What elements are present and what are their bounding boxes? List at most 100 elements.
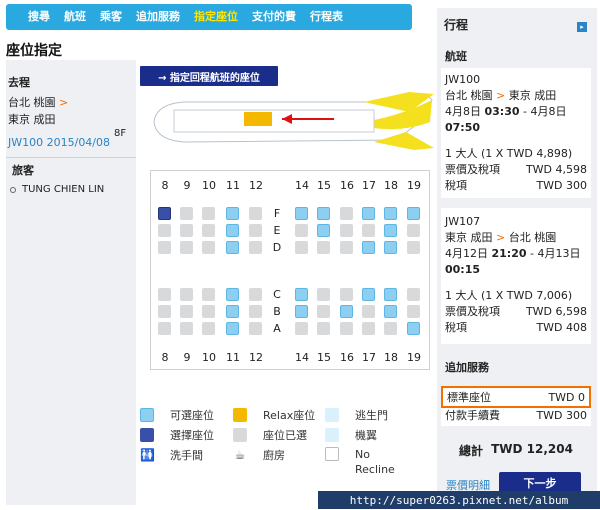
seat-10E[interactable] <box>202 224 215 237</box>
seat-18D[interactable] <box>384 241 397 254</box>
seat-16B[interactable] <box>340 305 353 318</box>
nav-seat-selection[interactable]: 指定座位 <box>187 4 245 30</box>
seat-8B[interactable] <box>158 305 171 318</box>
seat-11A[interactable] <box>226 322 239 335</box>
seat-14B[interactable] <box>295 305 308 318</box>
seat-17B[interactable] <box>362 305 375 318</box>
seat-8E[interactable] <box>158 224 171 237</box>
ret-route: 東京 成田 > 台北 桃園 <box>445 231 557 244</box>
seat-8C[interactable] <box>158 288 171 301</box>
seat-17D[interactable] <box>362 241 375 254</box>
seat-12F[interactable] <box>249 207 262 220</box>
passenger-row[interactable]: TUNG CHIEN LIN <box>6 178 136 195</box>
nav-extras[interactable]: 追加服務 <box>129 4 187 30</box>
ret-times: 4月12日 21:20 - 4月13日 <box>445 247 581 260</box>
seat-12D[interactable] <box>249 241 262 254</box>
seat-19A[interactable] <box>407 322 420 335</box>
seat-16C[interactable] <box>340 288 353 301</box>
next-button[interactable]: 下一步 <box>499 472 581 493</box>
seat-14F[interactable] <box>295 207 308 220</box>
seat-19F[interactable] <box>407 207 420 220</box>
seat-14A[interactable] <box>295 322 308 335</box>
itinerary-title: 行程 <box>444 18 469 32</box>
seat-8F[interactable] <box>158 207 171 220</box>
seat-15F[interactable] <box>317 207 330 220</box>
expand-icon[interactable]: ▸ <box>577 22 587 32</box>
seat-19E[interactable] <box>407 224 420 237</box>
seat-9F[interactable] <box>180 207 193 220</box>
column-number-11: 11 <box>226 179 240 192</box>
out-fare-line: 1 大人 (1 X TWD 4,898) <box>445 147 573 160</box>
seat-17E[interactable] <box>362 224 375 237</box>
seat-16A[interactable] <box>340 322 353 335</box>
nav-flight[interactable]: 航班 <box>57 4 93 30</box>
seat-14D[interactable] <box>295 241 308 254</box>
seat-18E[interactable] <box>384 224 397 237</box>
nav-search[interactable]: 搜尋 <box>6 4 57 30</box>
payment-fee: 付款手續費 TWD 300 <box>445 409 587 422</box>
seat-10A[interactable] <box>202 322 215 335</box>
seat-16D[interactable] <box>340 241 353 254</box>
seat-18B[interactable] <box>384 305 397 318</box>
legend-available: 可選座位 <box>140 407 214 423</box>
column-number-14: 14 <box>295 179 309 192</box>
seat-15E[interactable] <box>317 224 330 237</box>
seat-11B[interactable] <box>226 305 239 318</box>
destination: 東京 成田 <box>8 113 56 126</box>
seat-17A[interactable] <box>362 322 375 335</box>
row-letter-C: C <box>273 288 281 301</box>
seat-15B[interactable] <box>317 305 330 318</box>
seat-19D[interactable] <box>407 241 420 254</box>
legend-no-recline: No <box>325 447 370 461</box>
nav-passenger[interactable]: 乘客 <box>93 4 129 30</box>
row-letter-B: B <box>273 305 281 318</box>
row-letter-D: D <box>272 241 282 254</box>
select-return-seat-button[interactable]: → 指定回程航班的座位 <box>140 66 278 86</box>
row-letter-A: A <box>273 322 281 335</box>
seat-11C[interactable] <box>226 288 239 301</box>
seat-16F[interactable] <box>340 207 353 220</box>
flight-info-panel: 去程 台北 桃園 > 東京 成田 JW100 2015/04/08 旅客 TUN… <box>6 60 136 505</box>
seat-15C[interactable] <box>317 288 330 301</box>
seat-10C[interactable] <box>202 288 215 301</box>
seat-9A[interactable] <box>180 322 193 335</box>
seat-17F[interactable] <box>362 207 375 220</box>
seat-11D[interactable] <box>226 241 239 254</box>
seat-8A[interactable] <box>158 322 171 335</box>
seat-9B[interactable] <box>180 305 193 318</box>
seat-18C[interactable] <box>384 288 397 301</box>
column-number-9: 9 <box>183 179 191 192</box>
column-number-19: 19 <box>407 351 421 364</box>
column-number-8: 8 <box>161 179 169 192</box>
seat-15A[interactable] <box>317 322 330 335</box>
radio-icon[interactable] <box>10 186 16 193</box>
seat-10B[interactable] <box>202 305 215 318</box>
seat-9D[interactable] <box>180 241 193 254</box>
seat-11E[interactable] <box>226 224 239 237</box>
seat-12B[interactable] <box>249 305 262 318</box>
seat-11F[interactable] <box>226 207 239 220</box>
legend-galley: ☕ 廚房 <box>234 448 285 462</box>
seat-9E[interactable] <box>180 224 193 237</box>
column-number-18: 18 <box>384 179 398 192</box>
nav-payment[interactable]: 支付的費 <box>245 4 303 30</box>
seat-9C[interactable] <box>180 288 193 301</box>
seat-19C[interactable] <box>407 288 420 301</box>
seat-18A[interactable] <box>384 322 397 335</box>
seat-15D[interactable] <box>317 241 330 254</box>
seat-14C[interactable] <box>295 288 308 301</box>
seat-12E[interactable] <box>249 224 262 237</box>
seat-8D[interactable] <box>158 241 171 254</box>
seat-17C[interactable] <box>362 288 375 301</box>
seat-16E[interactable] <box>340 224 353 237</box>
seat-12C[interactable] <box>249 288 262 301</box>
seat-12A[interactable] <box>249 322 262 335</box>
seat-10F[interactable] <box>202 207 215 220</box>
seat-10D[interactable] <box>202 241 215 254</box>
seat-14E[interactable] <box>295 224 308 237</box>
flight-heading: 航班 <box>441 44 591 68</box>
seat-19B[interactable] <box>407 305 420 318</box>
seat-18F[interactable] <box>384 207 397 220</box>
available-swatch <box>140 408 154 422</box>
nav-itinerary[interactable]: 行程表 <box>303 4 350 30</box>
